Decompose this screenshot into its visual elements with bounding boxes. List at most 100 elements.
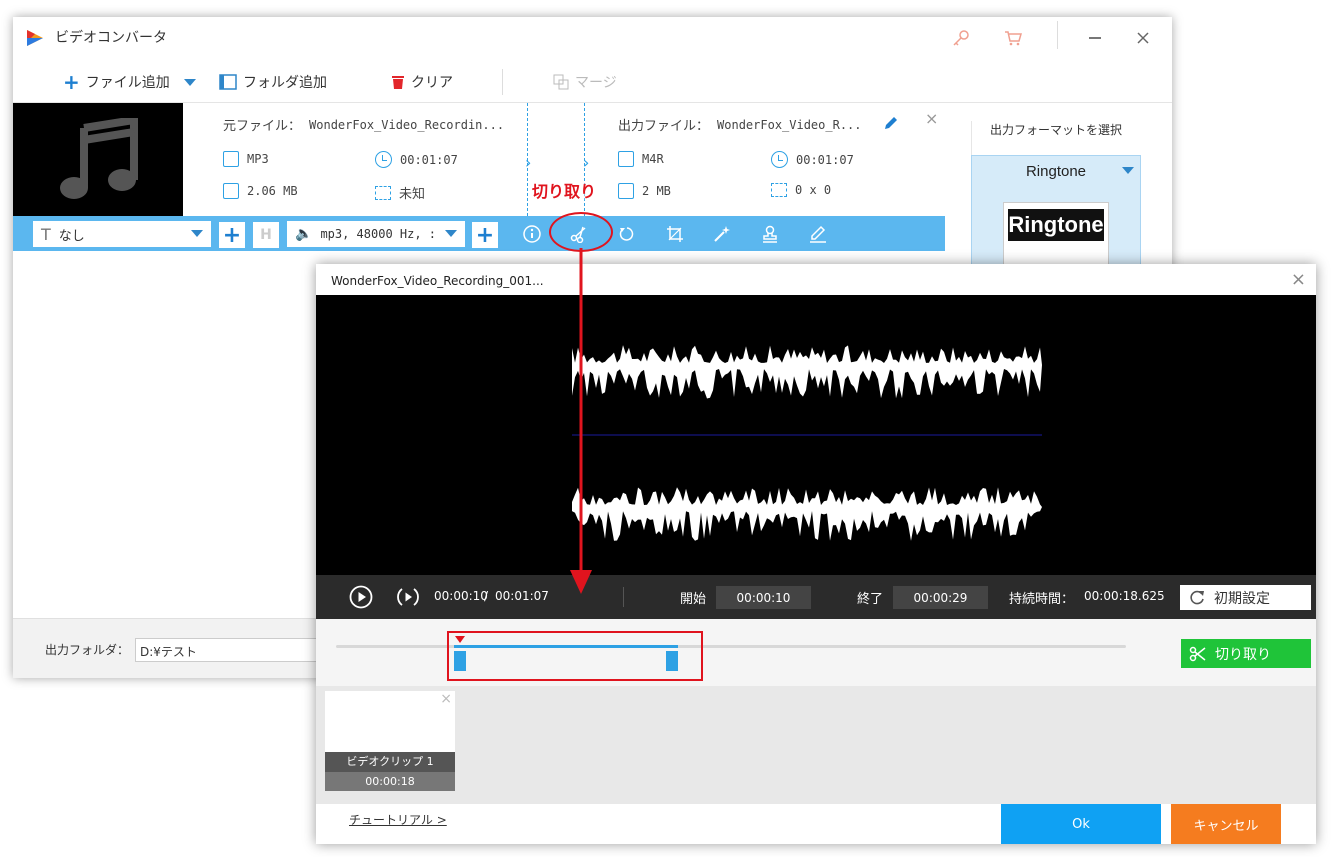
remove-clip-icon[interactable]: × [440,691,452,707]
trim-timeline: 切り取り [316,619,1316,686]
output-resolution-row: 0 x 0 [771,183,831,197]
dialog-footer: チュートリアル > Ok キャンセル [316,804,1316,844]
add-folder-label: フォルダ追加 [243,75,327,91]
info-icon[interactable] [519,222,545,246]
play-icon[interactable] [349,585,373,613]
file-thumbnail[interactable] [13,103,183,216]
chevron-down-icon [191,230,203,237]
clip-card[interactable]: × ビデオクリップ 1 00:00:18 [325,691,455,791]
magic-wand-icon[interactable] [709,222,735,246]
playback-controls: 00:00:10 / 00:01:07 開始 00:00:10 終了 00:00… [316,575,1316,619]
reset-button[interactable]: 初期設定 [1180,585,1311,610]
format-selector[interactable]: Ringtone Ringtone [971,155,1141,276]
watermark-icon[interactable] [757,222,783,246]
key-icon[interactable] [943,23,979,53]
audio-track-select[interactable]: 🔈 mp3, 48000 Hz, : [287,221,465,247]
total-time: 00:01:07 [495,589,549,603]
subtitle-edit-icon[interactable] [805,222,831,246]
arrow-right-icon: › [583,153,590,172]
toolbar-divider [502,69,503,95]
time-separator: / [484,589,489,603]
waveform-view [316,295,1316,575]
folder-icon [223,183,239,199]
end-label: 終了 [857,592,884,607]
clock-icon [771,151,788,168]
clip-duration: 00:00:18 [325,772,455,791]
start-time-field[interactable]: 00:00:10 [716,586,811,609]
source-format-row: MP3 [223,151,269,167]
source-size: 2.06 MB [247,184,298,198]
close-icon[interactable]: × [1291,269,1306,290]
app-logo-icon [27,30,43,46]
format-heading: 出力フォーマットを選択 [990,123,1123,137]
clock-icon [375,151,392,168]
chevron-down-icon [445,230,457,237]
duration-label: 持続時間： [1009,592,1075,607]
output-resolution: 0 x 0 [795,183,832,197]
selected-format: Ringtone [1025,163,1087,180]
settings-bar: T なし + H 🔈 mp3, 48000 Hz, : + [13,216,947,251]
waveform-channel-2 [572,487,1042,541]
clip-name: ビデオクリップ 1 [325,752,455,772]
ok-button[interactable]: Ok [1001,804,1161,844]
format-preview-label: Ringtone [1008,209,1104,241]
source-file-row: 元ファイル： WonderFox_Video_Recordin... [223,115,504,135]
app-title: ビデオコンバータ [55,30,167,46]
output-label: 出力ファイル： [618,119,710,134]
output-format: M4R [642,152,664,166]
end-time-field[interactable]: 00:00:29 [893,586,988,609]
merge-button[interactable]: マージ [553,71,617,93]
edit-icon[interactable] [883,115,899,135]
trash-icon [392,76,404,89]
title-bar: ビデオコンバータ [13,17,1172,61]
output-duration-row: 00:01:07 [771,151,854,168]
output-folder-label: 出力フォルダ： [45,643,130,657]
tutorial-link[interactable]: チュートリアル > [349,811,447,828]
text-icon: T [41,224,51,244]
waveform [572,345,1042,541]
output-folder-input[interactable]: D:¥テスト [135,638,335,662]
add-subtitle-button[interactable]: + [219,222,245,248]
chevron-down-icon[interactable] [183,78,196,86]
crop-icon[interactable] [662,222,688,246]
source-size-row: 2.06 MB [223,183,298,199]
file-format-icon [223,151,239,167]
rotate-icon[interactable] [614,222,640,246]
chevron-down-icon[interactable] [1122,167,1134,174]
minimize-button[interactable] [1077,23,1113,53]
source-label: 元ファイル： [223,119,302,134]
annotation-cut-label: 切り取り [532,182,597,201]
close-button[interactable] [1125,23,1161,53]
start-label: 開始 [680,592,707,607]
merge-icon [553,74,569,90]
step-forward-icon[interactable] [396,585,420,613]
annotation-highlight-box [447,631,703,681]
subtitle-value: なし [58,228,85,244]
cancel-button[interactable]: キャンセル [1171,804,1281,844]
add-file-button[interactable]: + ファイル追加 [63,71,196,93]
output-duration: 00:01:07 [796,152,854,167]
music-note-icon [60,117,138,199]
cut-button[interactable]: 切り取り [1181,639,1311,668]
add-audio-button[interactable]: + [472,222,498,248]
title-divider [1057,21,1058,49]
trim-dialog: WonderFox_Video_Recording_001... × 00:00… [316,264,1316,844]
add-file-label: ファイル追加 [85,75,170,91]
remove-item-icon[interactable]: × [925,109,938,128]
source-format: MP3 [247,152,269,166]
cut-button-label: 切り取り [1215,646,1271,663]
cart-icon[interactable] [995,23,1031,53]
control-divider [623,587,624,607]
audio-value: mp3, 48000 Hz, : [320,227,437,241]
add-folder-button[interactable]: フォルダ追加 [219,71,327,93]
subtitle-select[interactable]: T なし [33,221,211,247]
hardsub-icon[interactable]: H [253,222,279,248]
merge-label: マージ [575,75,617,91]
source-duration-row: 00:01:07 [375,151,458,168]
film-icon [219,74,237,90]
clear-button[interactable]: クリア [391,71,453,93]
scissors-icon [1189,646,1206,661]
output-format-row: M4R [618,151,664,167]
format-panel: 出力フォーマットを選択 Ringtone Ringtone [945,103,1172,281]
refresh-icon [1190,590,1204,604]
